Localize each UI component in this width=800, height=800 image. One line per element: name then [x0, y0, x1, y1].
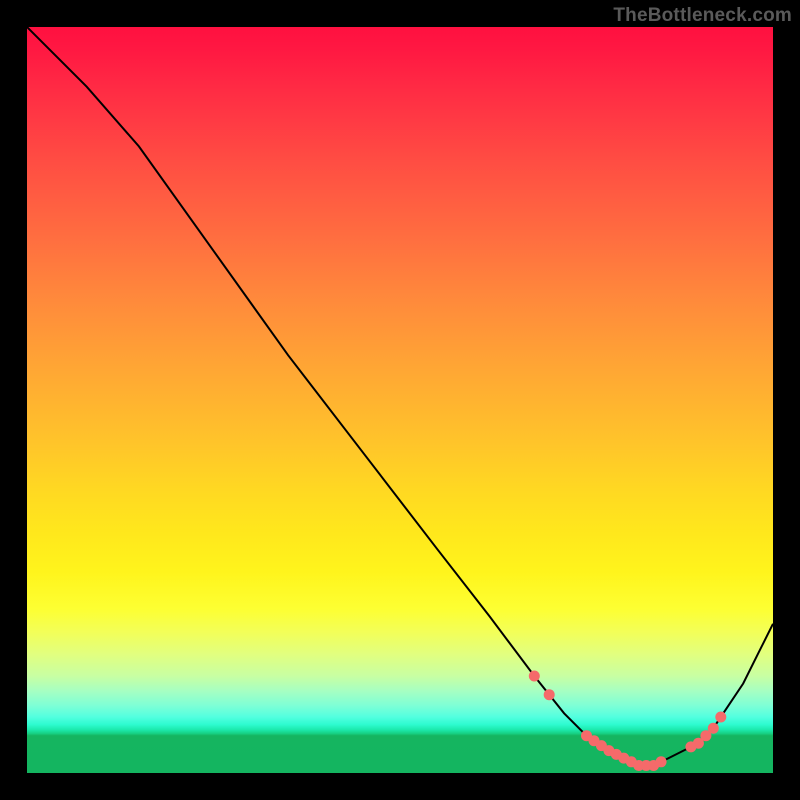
highlight-point	[708, 723, 719, 734]
highlight-point	[529, 671, 540, 682]
highlight-markers	[529, 671, 727, 772]
bottleneck-curve	[27, 27, 773, 766]
highlight-point	[544, 689, 555, 700]
highlight-point	[656, 756, 667, 767]
chart-svg	[27, 27, 773, 773]
chart-frame: TheBottleneck.com	[0, 0, 800, 800]
plot-area	[27, 27, 773, 773]
watermark-text: TheBottleneck.com	[613, 5, 792, 27]
highlight-point	[715, 712, 726, 723]
